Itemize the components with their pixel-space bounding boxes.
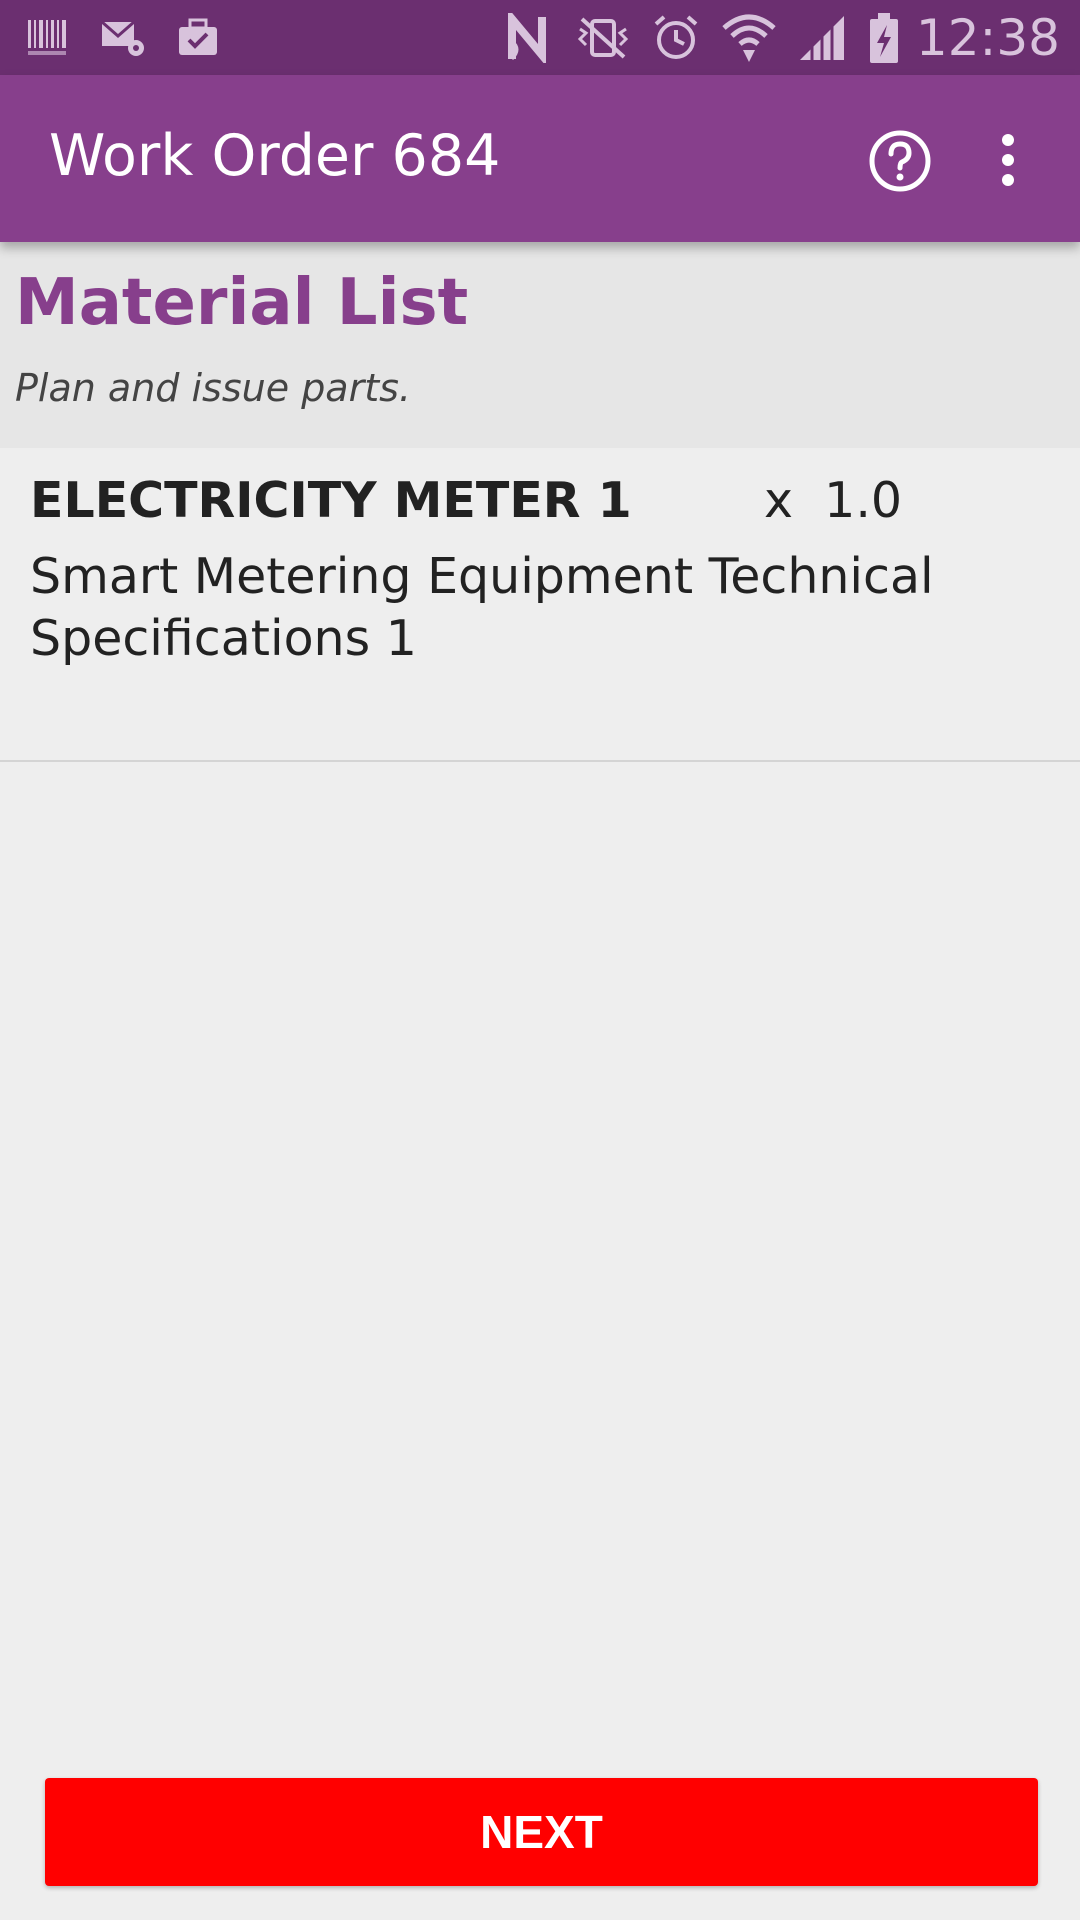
briefcase-check-icon	[176, 18, 220, 58]
barcode-icon	[26, 18, 70, 58]
section-header: Material List Plan and issue parts.	[0, 242, 1080, 448]
material-name: ELECTRICITY METER 1	[30, 472, 632, 529]
section-title: Material List	[15, 266, 469, 340]
vibrate-mute-icon	[576, 15, 630, 61]
status-right-icons: 12:38	[486, 9, 1060, 67]
clock: 12:38	[915, 8, 1060, 67]
app-title: Work Order 684	[49, 123, 501, 189]
alarm-icon	[652, 14, 700, 62]
battery-charging-icon	[868, 11, 900, 65]
more-vertical-icon	[1002, 134, 1014, 186]
nfc-icon	[507, 12, 554, 63]
section-subtitle: Plan and issue parts.	[15, 366, 411, 410]
material-list-item[interactable]: ELECTRICITY METER 1 x 1.0 Smart Metering…	[0, 448, 1080, 762]
mail-settings-icon	[100, 18, 146, 58]
material-quantity: x 1.0	[764, 472, 903, 529]
overflow-menu-button[interactable]	[990, 129, 1026, 193]
next-button[interactable]: NEXT	[45, 1778, 1038, 1886]
material-description: Smart Metering Equipment Technical Speci…	[30, 548, 934, 667]
help-button[interactable]	[868, 129, 932, 193]
signal-icon	[798, 14, 846, 62]
status-bar: 12:38	[0, 0, 1080, 75]
app-bar: Work Order 684	[0, 75, 1080, 242]
status-left-icons	[26, 18, 250, 58]
wifi-icon	[722, 12, 776, 64]
help-icon	[869, 130, 931, 192]
